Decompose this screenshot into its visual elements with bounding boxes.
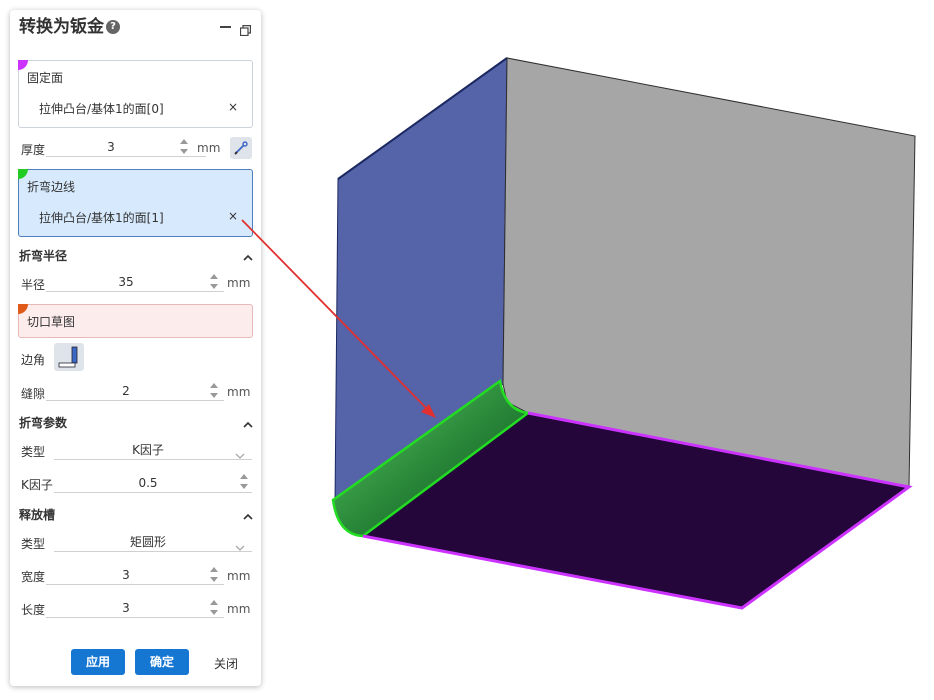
model-viewport[interactable] [0, 0, 934, 700]
